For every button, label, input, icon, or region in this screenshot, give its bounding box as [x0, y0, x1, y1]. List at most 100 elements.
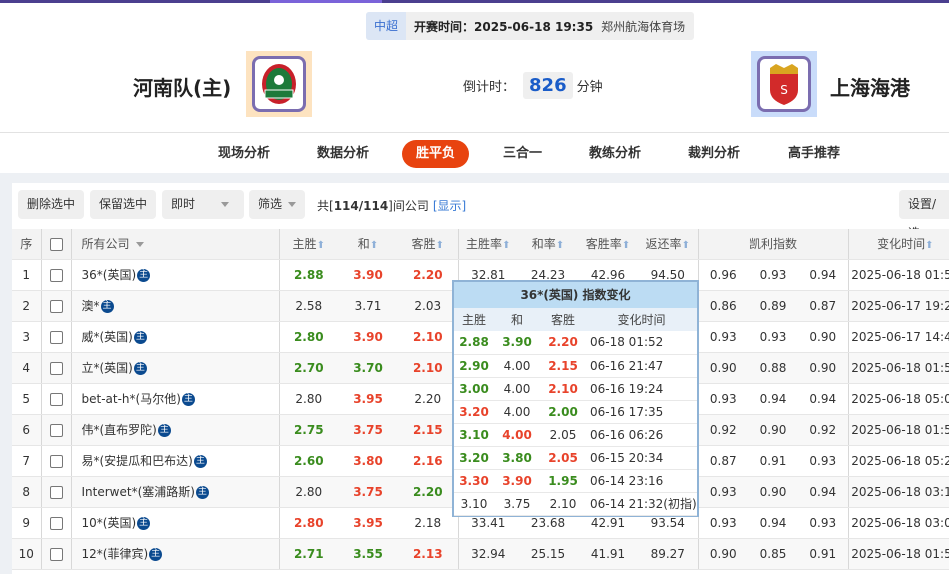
row-checkbox[interactable]: [40, 290, 71, 322]
tab-coach-analysis[interactable]: 教练分析: [575, 140, 655, 168]
col-home[interactable]: 主胜⬆: [278, 229, 338, 260]
table-row[interactable]: 10 12*(菲律宾) 主 2.71 3.55 2.13 32.94 25.15 41.…: [12, 538, 949, 570]
odds-away[interactable]: 2.10: [398, 321, 458, 353]
odds-home[interactable]: 2.80: [278, 383, 338, 415]
kelly-value: 0.91: [798, 538, 849, 570]
tab-three-in-one[interactable]: 三合一: [489, 140, 556, 168]
company-name[interactable]: 澳* 主: [70, 290, 279, 322]
odds-home[interactable]: 2.80: [278, 507, 338, 539]
odds-away[interactable]: 2.20: [398, 383, 458, 415]
company-name[interactable]: 10*(英国) 主: [70, 507, 279, 539]
col-return-rate[interactable]: 返还率⬆: [638, 229, 698, 260]
odds-draw[interactable]: 3.95: [338, 507, 398, 539]
mode-select[interactable]: 即时: [162, 190, 244, 219]
odds-draw[interactable]: 3.90: [338, 259, 398, 291]
tab-referee-analysis[interactable]: 裁判分析: [674, 140, 754, 168]
odds-draw[interactable]: 3.90: [338, 321, 398, 353]
col-kelly: 凯利指数: [697, 229, 849, 260]
company-name[interactable]: Interwet*(塞浦路斯) 主: [70, 476, 279, 508]
match-info: 中超 开赛时间：2025-06-18 19:35 郑州航海体育场: [366, 12, 694, 40]
settings-button[interactable]: 设置/选: [899, 190, 949, 240]
odds-draw[interactable]: 3.55: [338, 538, 398, 570]
tip-odds: 2.88: [454, 331, 494, 355]
tab-expert-picks[interactable]: 高手推荐: [774, 140, 854, 168]
row-checkbox[interactable]: [40, 259, 71, 291]
show-link[interactable]: [显示]: [433, 199, 466, 213]
odds-away[interactable]: 2.10: [398, 352, 458, 384]
delete-selected-button[interactable]: 删除选中: [18, 190, 85, 219]
row-checkbox[interactable]: [40, 476, 71, 508]
select-all-checkbox[interactable]: [40, 229, 71, 260]
odds-away[interactable]: 2.03: [398, 290, 458, 322]
countdown: 倒计时： 826 分钟: [463, 72, 603, 99]
odds-away[interactable]: 2.15: [398, 414, 458, 446]
tip-time: 06-14 21:32(初指): [586, 492, 697, 516]
odds-home[interactable]: 2.58: [278, 290, 338, 322]
tab-data-analysis[interactable]: 数据分析: [303, 140, 383, 168]
odds-home[interactable]: 2.80: [278, 476, 338, 508]
odds-home[interactable]: 2.80: [278, 321, 338, 353]
keep-selected-button[interactable]: 保留选中: [90, 190, 157, 219]
odds-home[interactable]: 2.71: [278, 538, 338, 570]
odds-draw[interactable]: 3.70: [338, 352, 398, 384]
odds-away[interactable]: 2.20: [398, 259, 458, 291]
row-checkbox[interactable]: [40, 321, 71, 353]
col-away-rate[interactable]: 客胜率⬆: [578, 229, 638, 260]
odds-draw[interactable]: 3.95: [338, 383, 398, 415]
home-team-logo[interactable]: [246, 51, 312, 117]
kelly-value: 0.93: [798, 445, 849, 477]
row-checkbox[interactable]: [40, 507, 71, 539]
row-checkbox[interactable]: [40, 414, 71, 446]
filter-label: 筛选: [258, 197, 283, 211]
col-draw[interactable]: 和⬆: [338, 229, 398, 260]
company-name[interactable]: 易*(安提瓜和巴布达) 主: [70, 445, 279, 477]
change-time: 2025-06-18 01:54: [847, 538, 949, 570]
odds-away[interactable]: 2.20: [398, 476, 458, 508]
tooltip-title: 36*(英国) 指数变化: [454, 282, 697, 308]
odds-draw[interactable]: 3.75: [338, 414, 398, 446]
filter-dropdown[interactable]: 筛选: [249, 190, 306, 219]
tab-live-analysis[interactable]: 现场分析: [204, 140, 284, 168]
row-checkbox[interactable]: [40, 352, 71, 384]
home-badge-icon: 主: [181, 393, 195, 406]
company-name[interactable]: bet-at-h*(马尔他) 主: [70, 383, 279, 415]
kelly-value: 0.88: [748, 352, 798, 384]
odds-home[interactable]: 2.75: [278, 414, 338, 446]
kelly-value: 0.94: [798, 259, 849, 291]
tooltip-row: 3.10 4.00 2.05 06-16 06:26: [454, 423, 697, 447]
row-checkbox[interactable]: [40, 445, 71, 477]
odds-home[interactable]: 2.70: [278, 352, 338, 384]
company-name[interactable]: 12*(菲律宾) 主: [70, 538, 279, 570]
kelly-value: 0.94: [798, 383, 849, 415]
odds-home[interactable]: 2.88: [278, 259, 338, 291]
league-tag[interactable]: 中超: [366, 12, 407, 40]
row-checkbox[interactable]: [40, 538, 71, 570]
company-name[interactable]: 威*(英国) 主: [70, 321, 279, 353]
tip-odds: 2.05: [540, 423, 586, 447]
away-team-logo[interactable]: S: [751, 51, 817, 117]
odds-draw[interactable]: 3.75: [338, 476, 398, 508]
company-name[interactable]: 伟*(直布罗陀) 主: [70, 414, 279, 446]
col-company[interactable]: 所有公司: [70, 229, 279, 260]
odds-draw[interactable]: 3.71: [338, 290, 398, 322]
col-away[interactable]: 客胜⬆: [398, 229, 458, 260]
company-name[interactable]: 立*(英国) 主: [70, 352, 279, 384]
chevron-down-icon: [221, 202, 230, 207]
odds-away[interactable]: 2.13: [398, 538, 458, 570]
col-draw-rate[interactable]: 和率⬆: [518, 229, 578, 260]
company-name[interactable]: 36*(英国) 主: [70, 259, 279, 291]
col-time[interactable]: 变化时间⬆: [847, 229, 949, 260]
odds-away[interactable]: 2.16: [398, 445, 458, 477]
away-team-name[interactable]: 上海海港: [830, 72, 910, 101]
tab-1x2[interactable]: 胜平负: [402, 140, 470, 168]
sort-up-icon: ⬆: [621, 240, 631, 252]
home-team-name[interactable]: 河南队(主): [133, 72, 231, 101]
kelly-value: 0.90: [748, 414, 798, 446]
row-checkbox[interactable]: [40, 383, 71, 415]
odds-draw[interactable]: 3.80: [338, 445, 398, 477]
change-time: 2025-06-18 01:54: [847, 352, 949, 384]
col-home-rate[interactable]: 主胜率⬆: [457, 229, 518, 260]
odds-home[interactable]: 2.60: [278, 445, 338, 477]
home-badge-icon: 主: [149, 548, 163, 561]
odds-away[interactable]: 2.18: [398, 507, 458, 539]
